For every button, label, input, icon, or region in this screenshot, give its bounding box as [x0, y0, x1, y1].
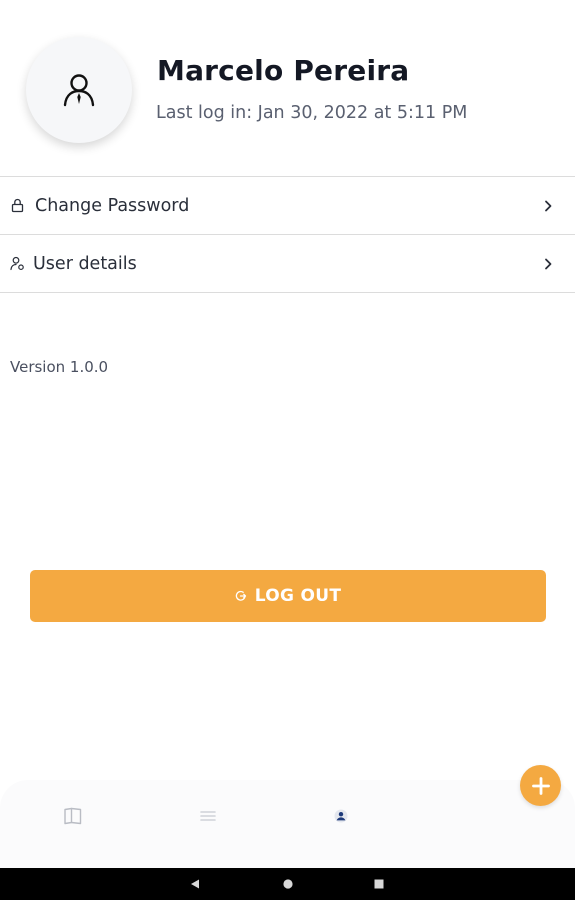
- nav-book[interactable]: [61, 804, 85, 828]
- user-icon: [63, 74, 95, 107]
- list-icon: [200, 811, 216, 821]
- system-navigation-bar: [0, 868, 575, 900]
- chevron-right-icon: [545, 200, 552, 211]
- book-icon: [64, 807, 82, 825]
- change-password-label: Change Password: [35, 195, 190, 216]
- home-icon: [283, 879, 293, 889]
- nav-list[interactable]: [196, 804, 220, 828]
- version-text: Version 1.0.0: [10, 358, 109, 376]
- user-name: Marcelo Pereira: [157, 54, 410, 87]
- logout-icon: [235, 590, 246, 601]
- avatar[interactable]: [26, 37, 132, 143]
- profile-screen: Marcelo Pereira Last log in: Jan 30, 202…: [0, 0, 575, 900]
- last-login-text: Last log in: Jan 30, 2022 at 5:11 PM: [156, 103, 468, 123]
- plus-icon: [531, 776, 550, 795]
- chevron-right-icon: [545, 258, 552, 269]
- logout-button[interactable]: LOG OUT: [30, 570, 546, 622]
- user-settings-icon: [9, 256, 25, 272]
- settings-menu: Change Password User details: [0, 176, 575, 293]
- change-password-item[interactable]: Change Password: [0, 176, 575, 234]
- home-button[interactable]: [280, 876, 296, 892]
- back-button[interactable]: [187, 876, 203, 892]
- logout-label: LOG OUT: [254, 586, 342, 606]
- lock-icon: [9, 198, 25, 214]
- user-details-label: User details: [33, 253, 137, 274]
- recents-button[interactable]: [371, 876, 387, 892]
- recents-icon: [374, 879, 384, 889]
- profile-icon: [334, 809, 348, 823]
- bottom-navigation: [0, 780, 575, 868]
- back-icon: [191, 879, 199, 889]
- nav-profile[interactable]: [329, 804, 353, 828]
- user-details-item[interactable]: User details: [0, 234, 575, 293]
- add-button[interactable]: [520, 765, 561, 806]
